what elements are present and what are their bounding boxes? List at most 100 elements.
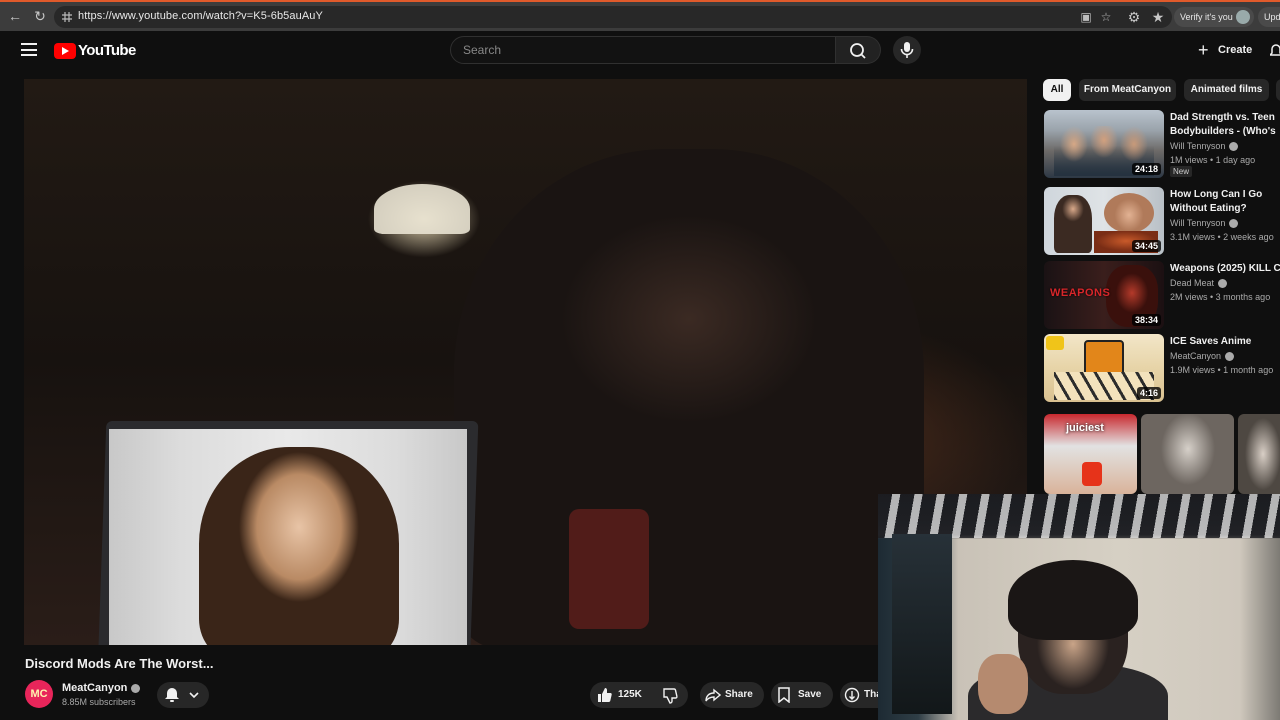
update-button[interactable]: Update xyxy=(1258,7,1280,27)
short-item[interactable]: juiciest xyxy=(1044,414,1137,494)
verified-icon xyxy=(1218,279,1228,289)
new-badge: New xyxy=(1170,166,1193,177)
share-icon xyxy=(705,688,721,702)
voice-search-button[interactable] xyxy=(893,36,921,64)
video-thumbnail[interactable]: 4:16 xyxy=(1044,334,1164,402)
duration-badge: 34:45 xyxy=(1131,240,1161,252)
recommendation-channel[interactable]: Will Tennyson xyxy=(1170,141,1239,152)
search-button[interactable] xyxy=(836,36,881,64)
recommendation-meta: 1M views • 1 day ago xyxy=(1170,155,1256,165)
site-info-icon[interactable] xyxy=(60,10,74,24)
webcam-person-hair xyxy=(1008,560,1138,640)
thanks-icon xyxy=(844,687,860,703)
create-button[interactable]: + Create xyxy=(1190,37,1258,63)
duration-badge: 4:16 xyxy=(1136,387,1161,399)
recommendation-item[interactable]: 34:45 How Long Can I Go Without Eating? … xyxy=(1044,187,1280,257)
reload-icon[interactable]: ↻ xyxy=(31,7,49,25)
channel-name-text: MeatCanyon xyxy=(62,682,128,694)
recommendation-meta: 2M views • 3 months ago xyxy=(1170,292,1271,302)
youtube-play-icon xyxy=(54,43,76,59)
recommendation-title[interactable]: Dad Strength vs. Teen Bodybuilders - (Wh… xyxy=(1170,111,1280,139)
favorites-icon[interactable]: ★ xyxy=(1149,8,1167,26)
share-label: Share xyxy=(725,689,753,700)
share-button[interactable]: Share xyxy=(700,682,764,708)
duration-badge: 38:34 xyxy=(1131,314,1161,326)
logo-text: YouTube xyxy=(78,42,136,59)
channel-name[interactable]: MeatCanyon xyxy=(62,682,141,694)
chip-overflow[interactable] xyxy=(1276,79,1280,101)
channel-name-text: Will Tennyson xyxy=(1170,141,1226,151)
recommendation-title[interactable]: Weapons (2025) KILL COUNT xyxy=(1170,262,1280,276)
lamp-shade xyxy=(374,184,470,234)
verified-icon xyxy=(1225,352,1235,362)
short-caption: juiciest xyxy=(1066,422,1104,434)
thanks-button[interactable]: Thanks xyxy=(840,682,880,708)
recommendation-item[interactable]: WEAPONS 38:34 Weapons (2025) KILL COUNT … xyxy=(1044,261,1280,331)
bookmark-star-icon[interactable]: ☆ xyxy=(1098,9,1114,25)
search-icon xyxy=(850,43,866,59)
like-dislike-group: 125K xyxy=(590,682,688,708)
profile-button[interactable]: Verify it's you xyxy=(1174,7,1254,27)
dislike-icon[interactable] xyxy=(662,688,678,704)
video-subject xyxy=(454,149,924,645)
recommendation-meta: 3.1M views • 2 weeks ago xyxy=(1170,232,1274,242)
shirt-graphic xyxy=(569,509,649,629)
install-icon[interactable]: ▣ xyxy=(1078,9,1094,25)
avatar xyxy=(1236,10,1250,24)
recommendation-channel[interactable]: MeatCanyon xyxy=(1170,351,1235,362)
search-input[interactable]: Search xyxy=(450,36,836,64)
browser-toolbar: ← ↻ https://www.youtube.com/watch?v=K5-6… xyxy=(0,0,1280,31)
video-player[interactable] xyxy=(24,79,1027,645)
microphone-icon xyxy=(900,42,914,58)
video-thumbnail[interactable]: 34:45 xyxy=(1044,187,1164,255)
webcam-background-plant xyxy=(892,534,952,714)
recommendation-channel[interactable]: Will Tennyson xyxy=(1170,218,1239,229)
recommendation-item[interactable]: 4:16 ICE Saves Anime MeatCanyon 1.9M vie… xyxy=(1044,334,1280,404)
webcam-person-hand xyxy=(978,654,1028,714)
create-label: Create xyxy=(1218,44,1253,56)
notifications-icon[interactable] xyxy=(1270,43,1280,59)
video-thumbnail[interactable]: 24:18 xyxy=(1044,110,1164,178)
save-button[interactable]: Save xyxy=(771,682,833,708)
recommendation-title[interactable]: ICE Saves Anime xyxy=(1170,335,1280,349)
chip-animated-films[interactable]: Animated films xyxy=(1184,79,1269,101)
channel-name-text: Dead Meat xyxy=(1170,278,1215,288)
recommendation-meta: 1.9M views • 1 month ago xyxy=(1170,365,1274,375)
webcam-ceiling xyxy=(878,494,1280,538)
channel-name-text: Will Tennyson xyxy=(1170,218,1226,228)
recommendation-channel[interactable]: Dead Meat xyxy=(1170,278,1228,289)
laptop-photo xyxy=(199,447,399,645)
chip-all[interactable]: All xyxy=(1043,79,1071,101)
notification-subscribe-button[interactable] xyxy=(157,682,209,708)
extensions-icon[interactable]: ⚙ xyxy=(1125,8,1143,26)
bookmark-icon xyxy=(778,687,790,703)
video-thumbnail[interactable]: WEAPONS 38:34 xyxy=(1044,261,1164,329)
verified-icon xyxy=(1229,142,1239,152)
like-icon[interactable] xyxy=(596,687,612,703)
search-placeholder: Search xyxy=(463,43,502,57)
short-item[interactable] xyxy=(1141,414,1234,494)
recommendation-title[interactable]: How Long Can I Go Without Eating? (Exper… xyxy=(1170,188,1280,216)
url-text[interactable]: https://www.youtube.com/watch?v=K5-6b5au… xyxy=(78,10,323,22)
profile-label: Verify it's you xyxy=(1180,12,1233,22)
thumbnail-caption: WEAPONS xyxy=(1050,287,1111,299)
save-label: Save xyxy=(798,689,822,700)
chip-from-meatcanyon[interactable]: From MeatCanyon xyxy=(1079,79,1176,101)
short-item[interactable] xyxy=(1238,414,1280,494)
menu-icon[interactable] xyxy=(21,43,37,56)
youtube-header: YouTube Search + Create xyxy=(0,31,1280,71)
webcam-overlay xyxy=(878,494,1280,720)
back-icon[interactable]: ← xyxy=(6,7,24,25)
bell-icon xyxy=(165,688,199,702)
like-count[interactable]: 125K xyxy=(618,682,642,708)
channel-name-text: MeatCanyon xyxy=(1170,351,1222,361)
channel-avatar[interactable]: MC xyxy=(25,680,53,708)
subscriber-count: 8.85M subscribers xyxy=(62,697,136,707)
shorts-shelf: juiciest xyxy=(1044,414,1280,494)
duration-badge: 24:18 xyxy=(1131,163,1161,175)
verified-icon xyxy=(131,683,141,693)
plus-icon: + xyxy=(1198,40,1209,60)
verified-icon xyxy=(1229,219,1239,229)
address-bar[interactable]: https://www.youtube.com/watch?v=K5-6b5au… xyxy=(54,6,1172,28)
recommendation-item[interactable]: 24:18 Dad Strength vs. Teen Bodybuilders… xyxy=(1044,110,1280,180)
